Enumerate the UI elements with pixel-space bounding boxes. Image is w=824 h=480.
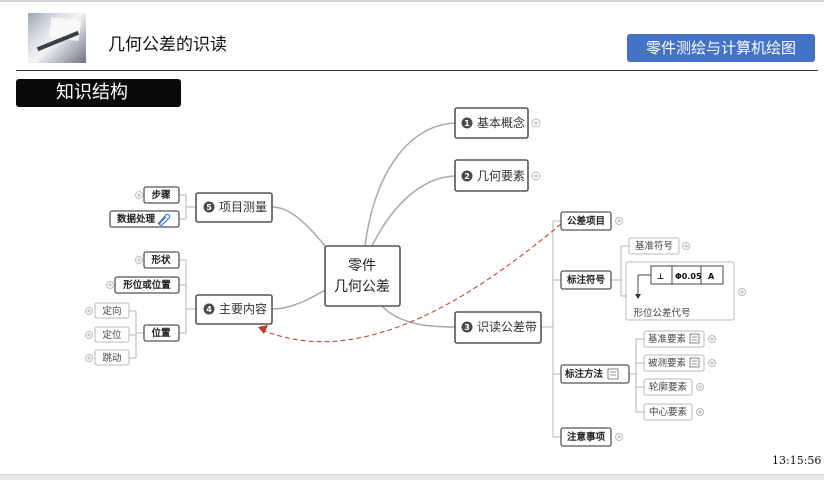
expand-icon-part[interactable] (85, 354, 93, 362)
expand-icon-part[interactable] (135, 256, 143, 264)
map-shape (179, 259, 196, 334)
expand-icon[interactable] (531, 171, 541, 181)
mind-map: 零件 几何公差 1 基本概念 2 几何要素 3 识读公差带 公差项目 标注符号 … (85, 107, 746, 447)
note-icon (689, 357, 700, 368)
node-label: A (708, 272, 715, 281)
connector-center-elements (371, 175, 456, 247)
node-label: Φ0.05 (675, 272, 702, 281)
expand-icon-part[interactable] (85, 331, 93, 339)
node-label: 中心要素 (649, 406, 688, 418)
center-line1: 零件 (348, 258, 376, 274)
node-label: 5 (206, 203, 212, 212)
map-shape (179, 194, 196, 220)
expand-icon-part[interactable] (135, 191, 143, 199)
expand-icon[interactable] (531, 118, 541, 128)
expand-icon-part[interactable] (85, 307, 93, 315)
map-shape (689, 357, 700, 368)
clock: 13:15:56 (772, 454, 822, 467)
expand-icon-part[interactable] (696, 383, 704, 391)
map-shape (607, 368, 619, 380)
node-label: 定位 (102, 329, 122, 341)
center-line2: 几何公差 (334, 279, 390, 295)
node-label: 基本概念 (477, 115, 525, 130)
expand-icon-part[interactable] (615, 217, 623, 225)
node-label: 形状 (151, 254, 171, 266)
node-label: 3 (464, 323, 470, 332)
note-icon (689, 333, 700, 344)
node-label: 步骤 (151, 189, 171, 201)
node-label: 主要内容 (219, 301, 267, 316)
expand-icon-part[interactable] (682, 242, 690, 250)
node-label: 2 (464, 172, 470, 181)
relation-arrow-head (258, 325, 268, 334)
node-label: 定向 (102, 305, 121, 317)
node-label: 形位公差代号 (633, 307, 690, 319)
expand-icon-part[interactable] (708, 359, 716, 367)
center-node[interactable] (324, 245, 401, 307)
node-label: 1 (464, 119, 470, 128)
expand-icon-part[interactable] (106, 281, 114, 289)
connector-center-content (271, 289, 326, 310)
node-label: 被测要素 (648, 357, 687, 369)
node-label: 标注符号 (566, 274, 606, 286)
node-label: 几何要素 (477, 169, 525, 183)
expand-icon-part[interactable] (738, 288, 746, 296)
map-shape (689, 333, 700, 344)
node-label: 跳动 (102, 352, 121, 364)
node-label: 轮廓要素 (649, 381, 688, 393)
node-label: 公差项目 (567, 215, 605, 227)
node-label: 形位或位置 (123, 279, 171, 291)
expand-icon-part[interactable] (615, 433, 623, 441)
node-label: 项目测量 (219, 200, 267, 214)
node-label: 注意事项 (567, 431, 606, 443)
bottom-border (0, 474, 824, 480)
node-label: 4 (206, 305, 212, 314)
map-shape (629, 338, 644, 413)
node-label: 标注方法 (564, 368, 604, 380)
expand-icon-part[interactable] (708, 335, 716, 343)
connector-center-tolerance (381, 305, 456, 328)
node-label: 识读公差带 (477, 320, 537, 334)
node-label: 位置 (151, 327, 171, 339)
connector-center-measure (271, 206, 326, 247)
connector-center-basic (364, 122, 456, 247)
node-label: 数据处理 (116, 213, 156, 225)
map-shape (129, 310, 144, 359)
note-icon (607, 368, 619, 380)
node-label: ⊥ (657, 272, 664, 281)
node-label: 基准符号 (635, 240, 673, 252)
node-label: 基准要素 (648, 333, 687, 345)
expand-icon-part[interactable] (696, 408, 704, 416)
